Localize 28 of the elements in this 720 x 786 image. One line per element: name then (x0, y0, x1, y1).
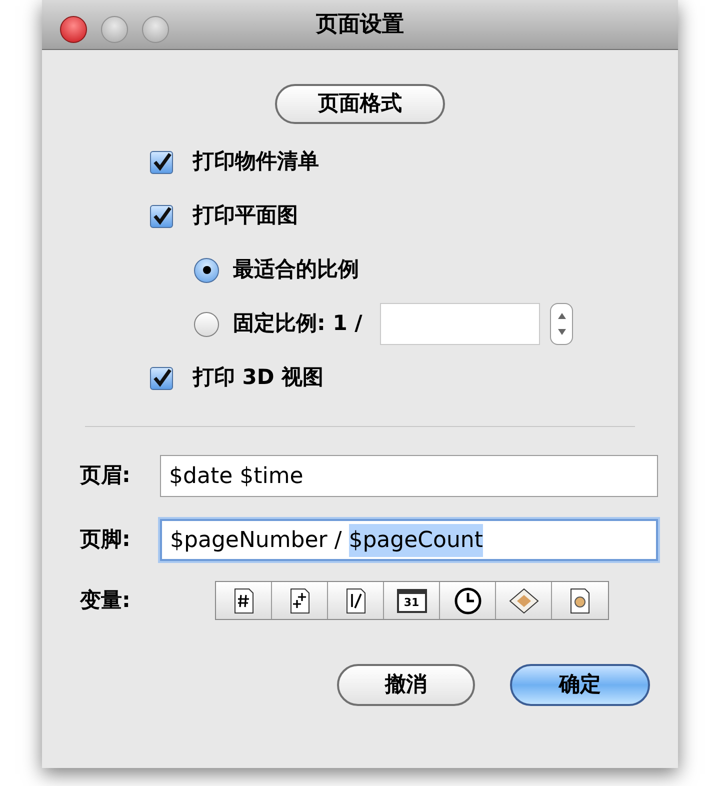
page-gear-icon[interactable] (552, 582, 608, 619)
footer-input-field[interactable]: $pageNumber / $pageCount (160, 519, 658, 561)
calendar-button[interactable]: 31 (384, 582, 440, 619)
plus-page-icon[interactable] (272, 582, 328, 619)
stepper-icon[interactable] (550, 303, 574, 345)
header-input-field[interactable]: $date $time (160, 455, 658, 497)
checkbox-label: 打印 3D 视图 (193, 364, 324, 392)
radio-label: 最适合的比例 (233, 256, 359, 284)
page-format-button[interactable]: 页面格式 (275, 84, 445, 124)
window-title: 页面设置 (316, 11, 404, 39)
close-button[interactable] (60, 16, 87, 43)
checkbox[interactable] (150, 150, 173, 174)
clock-icon[interactable] (440, 582, 496, 619)
ok-button[interactable]: 确定 (510, 664, 650, 706)
checkbox-label: 打印平面图 (193, 202, 298, 230)
variables-label: 变量: (80, 586, 132, 614)
radio-button[interactable] (194, 312, 219, 336)
cancel-button[interactable]: 撤消 (337, 664, 475, 706)
header-label: 页眉: (80, 462, 132, 490)
checkbox[interactable] (150, 366, 173, 390)
fraction-page-icon[interactable] (328, 582, 384, 619)
radio-button[interactable] (194, 258, 219, 282)
checkbox[interactable] (150, 204, 173, 228)
scale-input-field[interactable] (380, 303, 540, 345)
hash-page-icon[interactable] (216, 582, 272, 619)
checkbox-label: 打印物件清单 (193, 148, 319, 176)
footer-label: 页脚: (80, 526, 132, 554)
radio-label: 固定比例: 1 / (233, 310, 362, 338)
